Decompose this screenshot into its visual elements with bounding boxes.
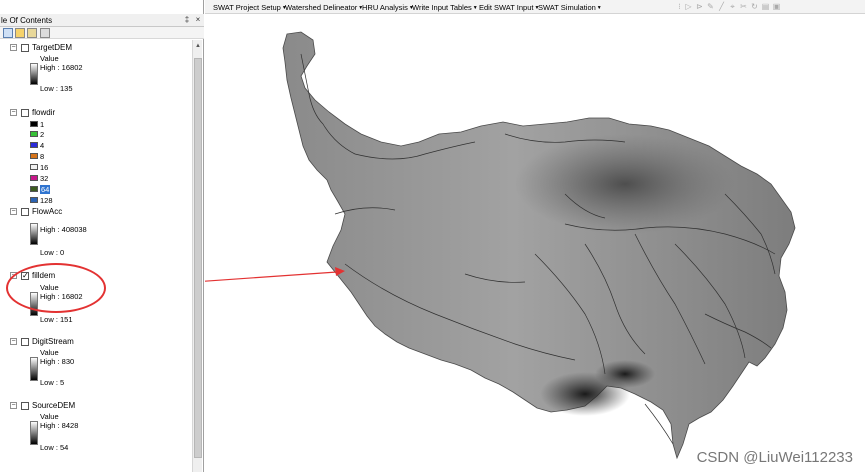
legend-color-ramp: [30, 63, 38, 85]
legend-low-label: Low : 151: [40, 315, 73, 324]
legend-low-label: Low : 5: [40, 378, 65, 387]
legend-color-ramp: [30, 223, 38, 245]
menu-swat-project-setup[interactable]: SWAT Project Setup▼: [213, 3, 287, 12]
legend-swatch: [30, 131, 38, 137]
collapse-toggle[interactable]: −: [10, 402, 17, 409]
vertex-icon[interactable]: ⌖: [728, 2, 737, 11]
separator-icon: ⁝: [678, 2, 681, 11]
legend-high-label: High : 408038: [40, 225, 87, 234]
play-icon[interactable]: ▷: [684, 2, 693, 11]
dem-map-display: [106, 31, 796, 460]
layer-targetdem: − TargetDEM Value High : 16802 Low : 135: [0, 42, 190, 94]
attributes-icon[interactable]: ▤: [761, 2, 770, 11]
annotation-arrow: [106, 267, 345, 289]
layer-name[interactable]: FlowAcc: [32, 207, 62, 216]
rotate-icon[interactable]: ↻: [750, 2, 759, 11]
legend-swatch: [30, 164, 38, 170]
layer-visibility-checkbox[interactable]: [21, 338, 29, 346]
step-icon[interactable]: ⊳: [695, 2, 704, 11]
layer-visibility-checkbox[interactable]: [21, 402, 29, 410]
legend-value-label: Value: [40, 412, 59, 421]
legend-high-label: High : 8428: [40, 421, 79, 430]
legend-high-label: High : 16802: [40, 63, 83, 72]
legend-low-label: Low : 135: [40, 84, 73, 93]
menu-swat-simulation[interactable]: SWAT Simulation▼: [538, 3, 602, 12]
legend-class-label: 32: [40, 174, 49, 183]
legend-class-label: 4: [40, 141, 45, 150]
layer-flowdir: − flowdir 1 2 4 8 16 32 64 128: [0, 107, 190, 205]
legend-class-label-selected[interactable]: 64: [40, 185, 51, 194]
menu-hru-analysis[interactable]: HRU Analysis▼: [362, 3, 414, 12]
scrollbar-thumb[interactable]: [194, 58, 202, 458]
layer-name[interactable]: flowdir: [32, 108, 55, 117]
legend-swatch: [30, 175, 38, 181]
scroll-up-icon[interactable]: ▲: [194, 42, 202, 50]
menu-write-input-tables[interactable]: Write Input Tables▼: [412, 3, 478, 12]
list-by-drawing-order-icon[interactable]: [3, 28, 13, 38]
legend-class-label: 8: [40, 152, 45, 161]
legend-value-label: Value: [40, 54, 59, 63]
layer-name[interactable]: DigitStream: [32, 337, 74, 346]
pin-icon[interactable]: ‡: [182, 15, 192, 25]
layer-sourcedem: − SourceDEM Value High : 8428 Low : 54: [0, 400, 190, 460]
swat-toolbar: SWAT Project Setup▼ Watershed Delineator…: [205, 0, 865, 14]
layer-name[interactable]: TargetDEM: [32, 43, 72, 52]
list-by-visibility-icon[interactable]: [27, 28, 37, 38]
layer-flowacc: − FlowAcc High : 408038 Low : 0: [0, 206, 190, 258]
legend-class-label: 1: [40, 120, 45, 129]
legend-swatch: [30, 197, 38, 203]
dem-landmass: [282, 31, 796, 460]
edit-icon[interactable]: ✎: [706, 2, 715, 11]
legend-color-ramp: [30, 421, 38, 445]
split-icon[interactable]: ✂: [739, 2, 748, 11]
legend-class-label: 2: [40, 130, 45, 139]
legend-class-label: 16: [40, 163, 49, 172]
collapse-toggle[interactable]: −: [10, 44, 17, 51]
toc-toolbar: [0, 27, 204, 39]
legend-value-label: Value: [40, 348, 59, 357]
table-of-contents-panel: le Of Contents ‡ × − TargetDEM Value Hig…: [0, 0, 204, 472]
menu-edit-swat-input[interactable]: Edit SWAT Input▼: [479, 3, 539, 12]
list-by-selection-icon[interactable]: [40, 28, 50, 38]
layer-name[interactable]: SourceDEM: [32, 401, 75, 410]
legend-low-label: Low : 54: [40, 443, 69, 452]
layer-visibility-checkbox[interactable]: [21, 44, 29, 52]
close-icon[interactable]: ×: [193, 15, 203, 25]
collapse-toggle[interactable]: −: [10, 109, 17, 116]
legend-class-label: 128: [40, 196, 53, 205]
legend-swatch: [30, 186, 38, 192]
legend-swatch: [30, 142, 38, 148]
annotation-ellipse: [6, 263, 106, 313]
menu-watershed-delineator[interactable]: Watershed Delineator▼: [285, 3, 363, 12]
legend-swatch: [30, 153, 38, 159]
collapse-toggle[interactable]: −: [10, 208, 17, 215]
dem-low-elevation-area-2: [595, 360, 655, 388]
list-by-source-icon[interactable]: [15, 28, 25, 38]
legend-color-ramp: [30, 357, 38, 381]
toc-scrollbar[interactable]: ▲: [192, 40, 202, 472]
line-tool-icon[interactable]: ╱: [717, 2, 726, 11]
layer-visibility-checkbox[interactable]: [21, 208, 29, 216]
watermark: CSDN @LiuWei112233: [696, 449, 853, 466]
map-view[interactable]: CSDN @LiuWei112233: [106, 14, 865, 472]
legend-high-label: High : 830: [40, 357, 75, 366]
collapse-toggle[interactable]: −: [10, 338, 17, 345]
sketch-icon[interactable]: ▣: [772, 2, 781, 11]
toc-titlebar: le Of Contents ‡ ×: [0, 14, 204, 27]
toc-title: le Of Contents: [1, 16, 53, 25]
dem-dark-basin: [515, 134, 735, 234]
layer-digitstream: − DigitStream Value High : 830 Low : 5: [0, 336, 190, 392]
legend-swatch: [30, 121, 38, 127]
legend-low-label: Low : 0: [40, 248, 65, 257]
layer-visibility-checkbox[interactable]: [21, 109, 29, 117]
